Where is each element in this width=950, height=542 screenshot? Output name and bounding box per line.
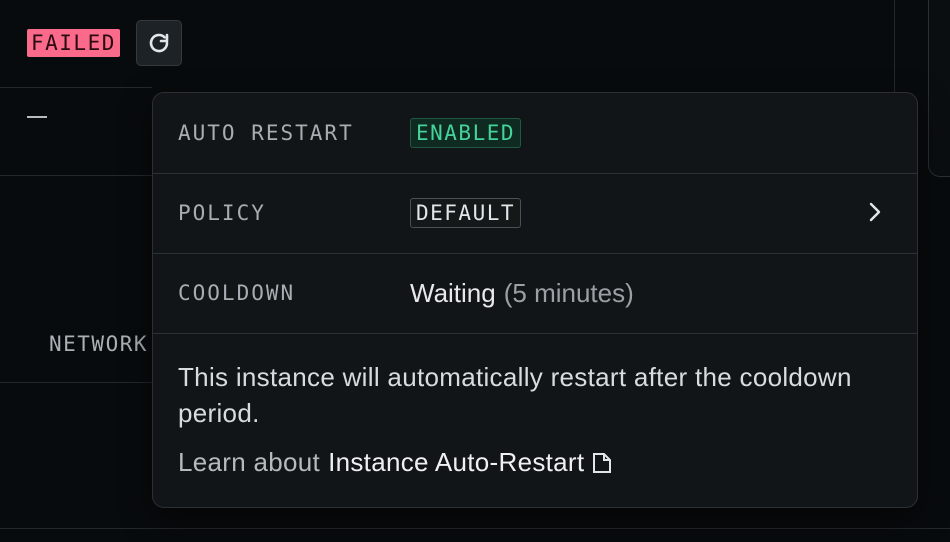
policy-row[interactable]: POLICY DEFAULT [153,173,917,254]
retry-button[interactable] [135,20,182,66]
cooldown-label: COOLDOWN [178,281,296,305]
side-panel [928,0,950,177]
cooldown-row: COOLDOWN Waiting (5 minutes) [153,253,917,334]
table-divider [0,528,950,529]
popover-description: This instance will automatically restart… [178,362,852,428]
policy-label: POLICY [178,201,266,225]
chevron-right-icon[interactable] [867,200,883,224]
learn-more: Learn about Instance Auto-Restart [178,447,612,478]
empty-value-dash [27,116,47,118]
auto-restart-label: AUTO RESTART [178,121,354,145]
auto-restart-popover: AUTO RESTART ENABLED POLICY DEFAULT COOL… [152,92,918,508]
status-row: FAILED [27,20,182,66]
auto-restart-row: AUTO RESTART ENABLED [153,93,917,174]
network-label: NETWORK [49,332,149,356]
table-divider [0,175,152,176]
table-divider [0,382,152,383]
enabled-badge: ENABLED [410,118,522,148]
policy-badge: DEFAULT [410,198,522,228]
cooldown-status: Waiting [410,277,496,308]
learn-more-link[interactable]: Instance Auto-Restart [328,447,584,478]
column-divider [894,0,895,92]
external-link-icon[interactable] [592,452,612,474]
learn-prefix: Learn about [178,447,321,477]
status-badge: FAILED [27,29,120,57]
cooldown-duration: (5 minutes) [503,277,634,308]
refresh-icon [149,33,169,53]
table-divider [0,87,152,88]
